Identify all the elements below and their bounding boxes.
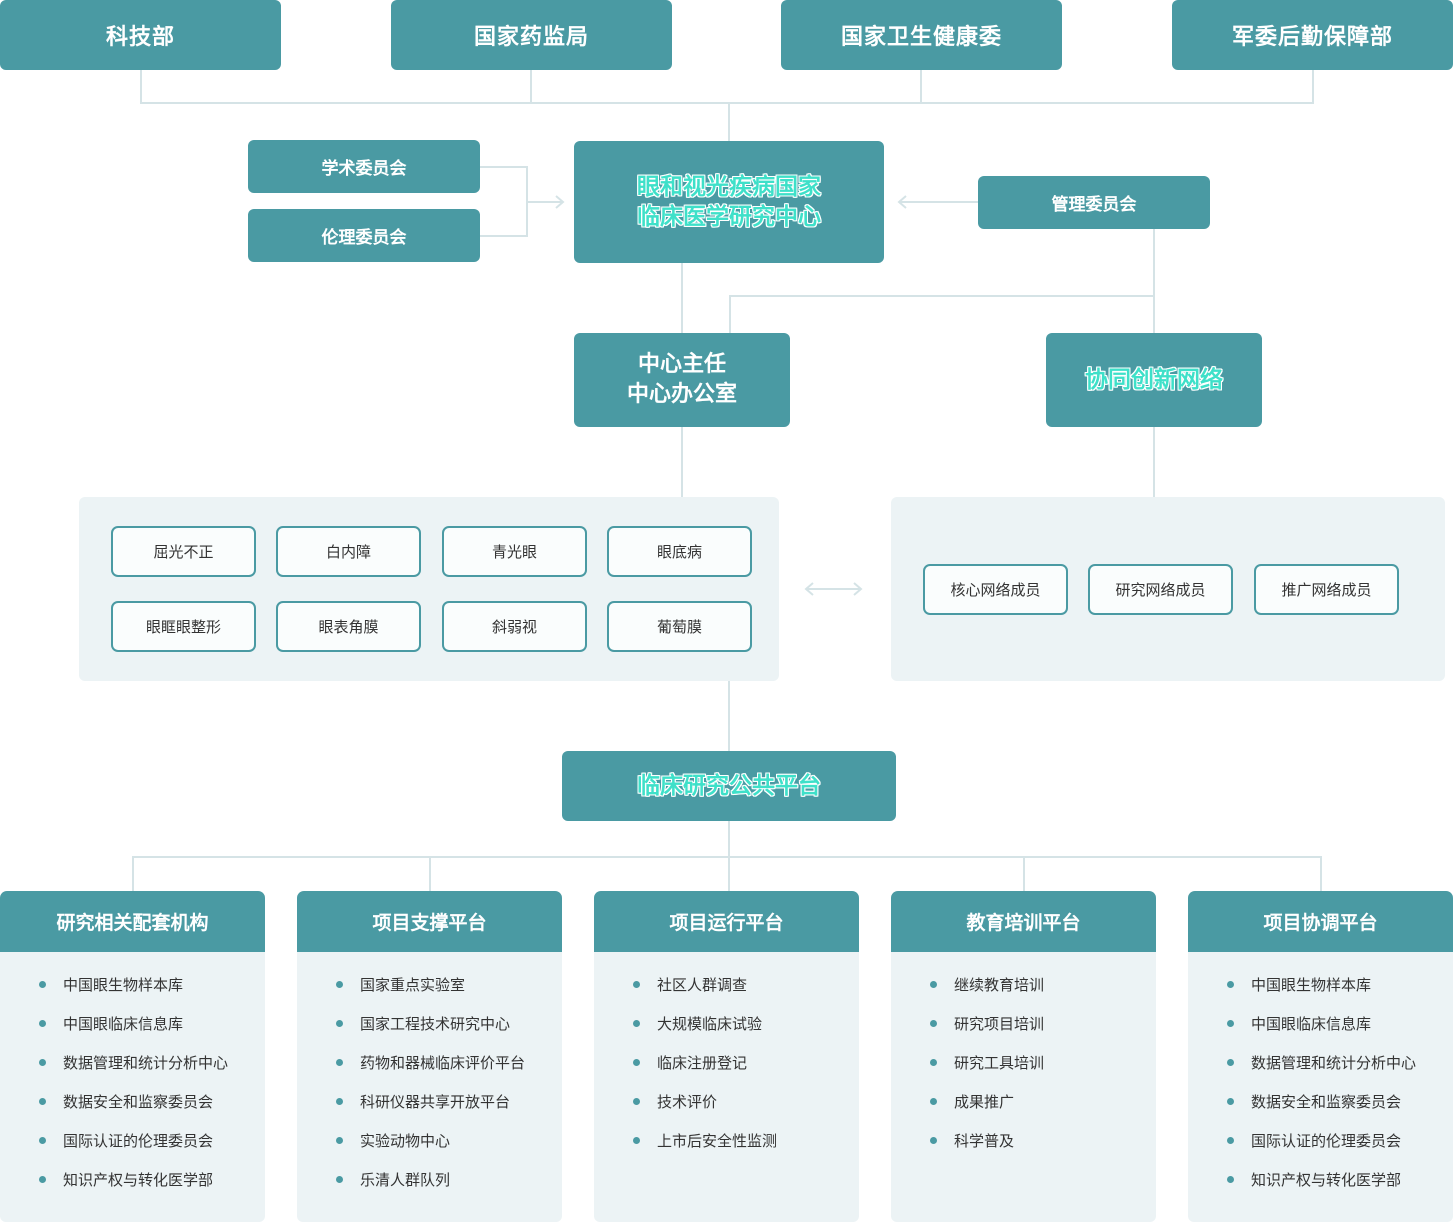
org-label: 军委后勤保障部 [1231, 25, 1393, 50]
list-item: 中国眼临床信息库 [1226, 1012, 1453, 1051]
column-item-list: 继续教育培训 研究项目培训 研究工具培训 成果推广 科学普及 [891, 952, 1156, 1168]
specialty-label: 屈光不正 [153, 543, 214, 561]
academic-committee-box: 学术委员会 [248, 140, 480, 193]
list-item: 社区人群调查 [632, 973, 859, 1012]
column-body-research-support: 中国眼生物样本库 中国眼临床信息库 数据管理和统计分析中心 数据安全和监察委员会… [0, 952, 265, 1222]
column-body-coordination: 中国眼生物样本库 中国眼临床信息库 数据管理和统计分析中心 数据安全和监察委员会… [1188, 952, 1453, 1222]
ethics-committee-box: 伦理委员会 [248, 209, 480, 262]
list-item: 科研仪器共享开放平台 [335, 1090, 562, 1129]
list-item: 数据安全和监察委员会 [1226, 1090, 1453, 1129]
specialty-label: 葡萄膜 [656, 618, 702, 636]
column-item-list: 中国眼生物样本库 中国眼临床信息库 数据管理和统计分析中心 数据安全和监察委员会… [0, 952, 265, 1207]
network-member-label: 核心网络成员 [950, 581, 1041, 599]
list-item: 研究工具培训 [929, 1051, 1156, 1090]
column-header-project-operation: 项目运行平台 [594, 891, 859, 952]
list-item: 大规模临床试验 [632, 1012, 859, 1051]
column-body-education: 继续教育培训 研究项目培训 研究工具培训 成果推广 科学普及 [891, 952, 1156, 1222]
specialty-chip: 眼表角膜 [276, 601, 421, 652]
center-title-line2: 临床医学研究中心 [637, 204, 821, 230]
column-title: 项目支撑平台 [372, 912, 487, 934]
org-label: 国家卫生健康委 [840, 25, 1002, 50]
network-member-chip: 核心网络成员 [923, 564, 1068, 615]
column-title: 项目协调平台 [1263, 912, 1378, 934]
column-header-project-support: 项目支撑平台 [297, 891, 562, 952]
list-item: 中国眼生物样本库 [38, 973, 265, 1012]
column-body-project-support: 国家重点实验室 国家工程技术研究中心 药物和器械临床评价平台 科研仪器共享开放平… [297, 952, 562, 1222]
specialty-chip: 屈光不正 [111, 526, 256, 577]
list-item: 上市后安全性监测 [632, 1129, 859, 1168]
national-center-box: 眼和视光疾病国家 临床医学研究中心 [574, 141, 884, 263]
list-item: 乐清人群队列 [335, 1168, 562, 1207]
list-item: 数据安全和监察委员会 [38, 1090, 265, 1129]
specialties-panel [79, 497, 779, 681]
specialty-chip: 眼眶眼整形 [111, 601, 256, 652]
network-member-chip: 研究网络成员 [1088, 564, 1233, 615]
director-office-box: 中心主任 中心办公室 [574, 333, 790, 427]
list-item: 知识产权与转化医学部 [38, 1168, 265, 1207]
specialty-chip: 青光眼 [442, 526, 587, 577]
column-title: 研究相关配套机构 [56, 912, 209, 934]
specialty-chip: 葡萄膜 [607, 601, 752, 652]
column-item-list: 中国眼生物样本库 中国眼临床信息库 数据管理和统计分析中心 数据安全和监察委员会… [1188, 952, 1453, 1207]
list-item: 成果推广 [929, 1090, 1156, 1129]
column-item-list: 国家重点实验室 国家工程技术研究中心 药物和器械临床评价平台 科研仪器共享开放平… [297, 952, 562, 1207]
specialty-label: 眼底病 [656, 543, 702, 561]
org-box-most: 科技部 [0, 0, 281, 70]
list-item: 药物和器械临床评价平台 [335, 1051, 562, 1090]
list-item: 中国眼临床信息库 [38, 1012, 265, 1051]
column-body-project-operation: 社区人群调查 大规模临床试验 临床注册登记 技术评价 上市后安全性监测 [594, 952, 859, 1222]
network-member-chip: 推广网络成员 [1254, 564, 1399, 615]
list-item: 知识产权与转化医学部 [1226, 1168, 1453, 1207]
specialty-chip: 斜弱视 [442, 601, 587, 652]
director-line2: 中心办公室 [626, 382, 737, 407]
list-item: 国际认证的伦理委员会 [38, 1129, 265, 1168]
org-label: 国家药监局 [473, 25, 589, 50]
specialty-label: 斜弱视 [491, 618, 537, 636]
org-box-nhc: 国家卫生健康委 [781, 0, 1062, 70]
committee-label: 伦理委员会 [321, 228, 407, 248]
public-platform-box: 临床研究公共平台 [562, 751, 896, 821]
platform-title: 临床研究公共平台 [637, 773, 821, 799]
network-title: 协同创新网络 [1085, 367, 1223, 393]
committee-label: 学术委员会 [321, 159, 407, 179]
committee-label: 管理委员会 [1051, 195, 1137, 215]
list-item: 国家重点实验室 [335, 973, 562, 1012]
director-line1: 中心主任 [637, 352, 726, 377]
org-label: 科技部 [105, 25, 175, 50]
list-item: 临床注册登记 [632, 1051, 859, 1090]
list-item: 数据管理和统计分析中心 [38, 1051, 265, 1090]
column-item-list: 社区人群调查 大规模临床试验 临床注册登记 技术评价 上市后安全性监测 [594, 952, 859, 1168]
specialty-label: 青光眼 [491, 543, 537, 561]
specialty-chip: 眼底病 [607, 526, 752, 577]
list-item: 国际认证的伦理委员会 [1226, 1129, 1453, 1168]
list-item: 实验动物中心 [335, 1129, 562, 1168]
specialty-label: 眼表角膜 [318, 618, 379, 636]
center-title-line1: 眼和视光疾病国家 [637, 174, 821, 200]
column-title: 项目运行平台 [669, 912, 784, 934]
specialty-label: 眼眶眼整形 [145, 618, 221, 636]
network-member-label: 研究网络成员 [1115, 581, 1206, 599]
list-item: 技术评价 [632, 1090, 859, 1129]
network-member-label: 推广网络成员 [1281, 581, 1372, 599]
list-item: 国家工程技术研究中心 [335, 1012, 562, 1051]
list-item: 数据管理和统计分析中心 [1226, 1051, 1453, 1090]
column-header-coordination: 项目协调平台 [1188, 891, 1453, 952]
list-item: 研究项目培训 [929, 1012, 1156, 1051]
specialty-label: 白内障 [325, 543, 371, 561]
column-header-research-support: 研究相关配套机构 [0, 891, 265, 952]
list-item: 科学普及 [929, 1129, 1156, 1168]
org-box-nmpa: 国家药监局 [391, 0, 672, 70]
column-header-education: 教育培训平台 [891, 891, 1156, 952]
specialty-chip: 白内障 [276, 526, 421, 577]
org-box-military-logistics: 军委后勤保障部 [1172, 0, 1453, 70]
innovation-network-box: 协同创新网络 [1046, 333, 1262, 427]
list-item: 继续教育培训 [929, 973, 1156, 1012]
column-title: 教育培训平台 [966, 912, 1081, 934]
list-item: 中国眼生物样本库 [1226, 973, 1453, 1012]
management-committee-box: 管理委员会 [978, 176, 1210, 229]
